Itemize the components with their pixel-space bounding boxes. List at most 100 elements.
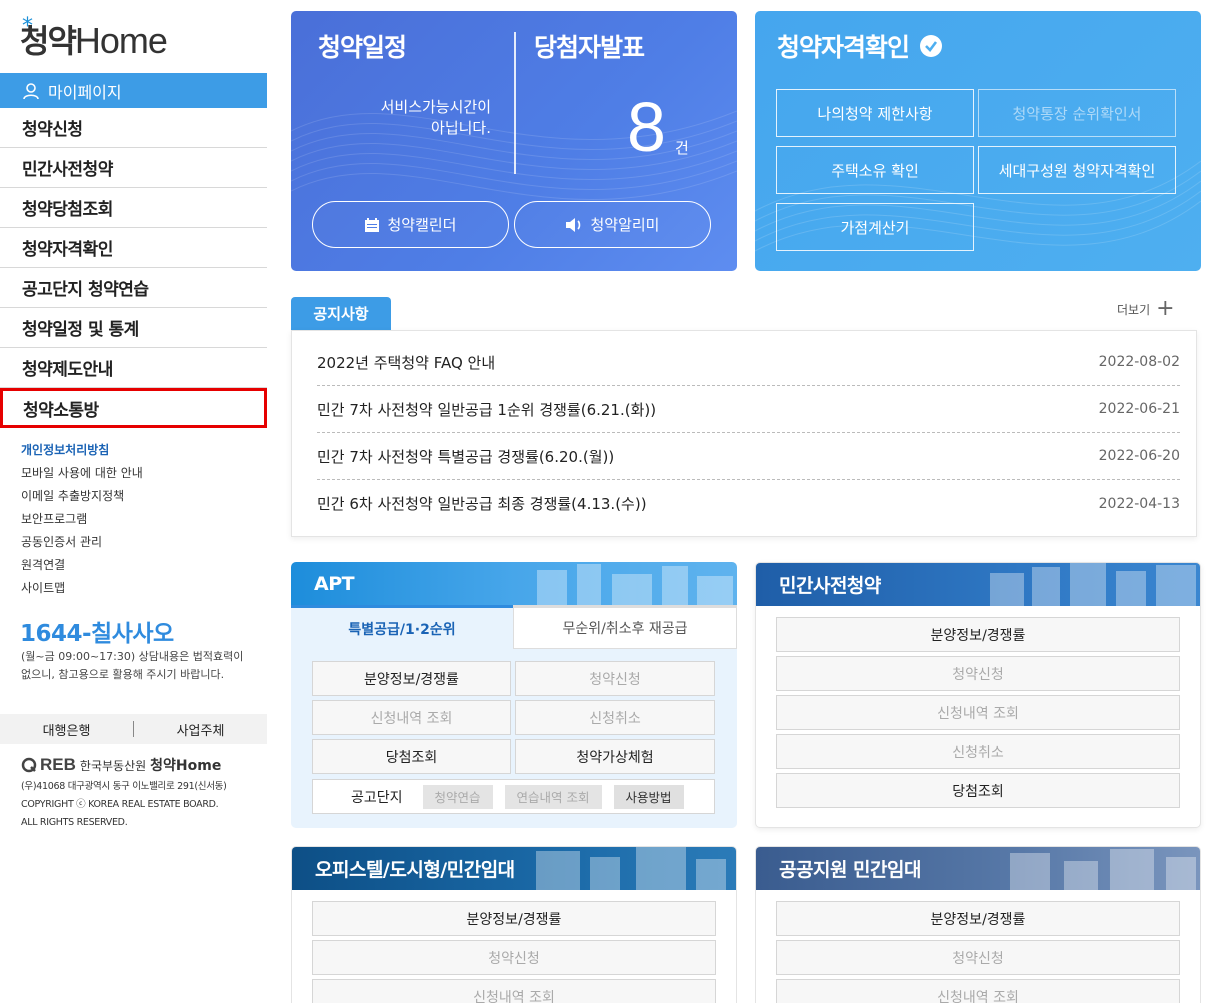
notice-date: 2022-06-20 <box>1098 448 1180 464</box>
service-notice: 서비스가능시간이 아닙니다. <box>311 97 491 139</box>
apt-presale-info-button[interactable]: 분양정보/경쟁률 <box>312 661 511 696</box>
public-rental-info-button[interactable]: 분양정보/경쟁률 <box>776 901 1180 936</box>
apt-panel: APT 특별공급/1·2순위 무순위/취소후 재공급 분양정보/경쟁률 청약신청… <box>291 562 737 828</box>
score-calculator-button[interactable]: 가점계산기 <box>776 203 974 251</box>
nav-item-communication[interactable]: 청약소통방 <box>0 388 267 428</box>
footer-home: 청약Home <box>150 758 222 774</box>
footer-reb: REB <box>40 755 76 774</box>
practice-history-chip[interactable]: 연습내역 조회 <box>504 784 602 809</box>
my-restriction-button[interactable]: 나의청약 제한사항 <box>776 89 974 137</box>
presale-cancel-button[interactable]: 신청취소 <box>776 734 1180 769</box>
nav-item-apply[interactable]: 청약신청 <box>0 108 267 148</box>
notice-title: 민간 6차 사전청약 일반공급 최종 경쟁률(4.13.(수)) <box>317 495 647 513</box>
notice-title: 2022년 주택청약 FAQ 안내 <box>317 353 496 372</box>
nav-item-practice[interactable]: 공고단지 청약연습 <box>0 268 267 308</box>
apt-history-button[interactable]: 신청내역 조회 <box>312 700 511 735</box>
link-email-policy[interactable]: 이메일 추출방지정책 <box>21 484 143 507</box>
site-logo[interactable]: * 청약 Home <box>20 14 168 62</box>
footer-org: 한국부동산원 <box>79 758 147 773</box>
card-divider <box>514 32 516 174</box>
building-decoration <box>536 847 726 890</box>
usage-guide-chip[interactable]: 사용방법 <box>613 784 684 809</box>
presale-apply-button[interactable]: 청약신청 <box>776 656 1180 691</box>
calendar-button[interactable]: 청약캘린더 <box>312 201 509 248</box>
public-rental-panel: 공공지원 민간임대 분양정보/경쟁률 청약신청 신청내역 조회 <box>755 846 1201 1003</box>
winner-title[interactable]: 당첨자발표 <box>534 28 645 64</box>
public-rental-title: 공공지원 민간임대 <box>779 859 921 881</box>
house-ownership-button[interactable]: 주택소유 확인 <box>776 146 974 194</box>
winner-count[interactable]: 8 <box>627 87 666 167</box>
public-rental-panel-header: 공공지원 민간임대 <box>756 847 1200 890</box>
phone-note: (월~금 09:00~17:30) 상담내용은 법적효력이 없으니, 참고용으로… <box>21 650 244 681</box>
link-sitemap[interactable]: 사이트맵 <box>21 576 143 599</box>
apt-virtual-experience-button[interactable]: 청약가상체험 <box>515 739 715 774</box>
officetel-panel: 오피스텔/도시형/민간임대 분양정보/경쟁률 청약신청 신청내역 조회 <box>291 846 737 1003</box>
footer-logo: REB 한국부동산원 청약Home <box>21 755 221 775</box>
presale-info-button[interactable]: 분양정보/경쟁률 <box>776 617 1180 652</box>
mypage-link[interactable]: 마이페이지 <box>0 73 267 108</box>
link-remote[interactable]: 원격연결 <box>21 553 143 576</box>
notice-item[interactable]: 민간 7차 사전청약 일반공급 1순위 경쟁률(6.21.(화)) 2022-0… <box>317 386 1180 433</box>
public-rental-history-button[interactable]: 신청내역 조회 <box>776 979 1180 1003</box>
officetel-history-button[interactable]: 신청내역 조회 <box>312 979 716 1003</box>
tab-no-rank[interactable]: 무순위/취소후 재공급 <box>513 605 737 649</box>
calendar-icon <box>365 217 380 232</box>
notice-item[interactable]: 2022년 주택청약 FAQ 안내 2022-08-02 <box>317 339 1180 386</box>
public-rental-apply-button[interactable]: 청약신청 <box>776 940 1180 975</box>
bank-link[interactable]: 대행은행 <box>0 720 133 739</box>
footer-links: 개인정보처리방침 모바일 사용에 대한 안내 이메일 추출방지정책 보안프로그램… <box>21 438 143 599</box>
alarm-button[interactable]: 청약알리미 <box>514 201 711 248</box>
footer-rights: ALL RIGHTS RESERVED. <box>21 817 128 828</box>
account-rank-button[interactable]: 청약통장 순위확인서 <box>978 89 1176 137</box>
business-link[interactable]: 사업주체 <box>134 720 267 739</box>
service-line-2: 아닙니다. <box>431 119 491 137</box>
nav-item-schedule-stats[interactable]: 청약일정 및 통계 <box>0 308 267 348</box>
footer-text: (우)41068 대구광역시 동구 이노밸리로 291(신서동) COPYRIG… <box>21 778 227 832</box>
qualification-card: 청약자격확인 나의청약 제한사항 청약통장 순위확인서 주택소유 확인 세대구성… <box>755 11 1201 271</box>
notice-item[interactable]: 민간 6차 사전청약 일반공급 최종 경쟁률(4.13.(수)) 2022-04… <box>317 480 1180 527</box>
reb-logo-icon <box>21 757 37 773</box>
notice-title: 민간 7차 사전청약 일반공급 1순위 경쟁률(6.21.(화)) <box>317 400 657 419</box>
notice-list: 2022년 주택청약 FAQ 안내 2022-08-02 민간 7차 사전청약 … <box>291 330 1197 537</box>
presale-winner-button[interactable]: 당첨조회 <box>776 773 1180 808</box>
apt-apply-button[interactable]: 청약신청 <box>515 661 715 696</box>
notice-tab[interactable]: 공지사항 <box>291 297 391 330</box>
nav-item-system-guide[interactable]: 청약제도안내 <box>0 348 267 388</box>
presale-history-button[interactable]: 신청내역 조회 <box>776 695 1180 730</box>
tab-special-supply[interactable]: 특별공급/1·2순위 <box>291 605 513 649</box>
apt-panel-header: APT <box>291 562 737 605</box>
household-qualification-button[interactable]: 세대구성원 청약자격확인 <box>978 146 1176 194</box>
footer-address: (우)41068 대구광역시 동구 이노밸리로 291(신서동) <box>21 781 227 792</box>
officetel-info-button[interactable]: 분양정보/경쟁률 <box>312 901 716 936</box>
officetel-panel-header: 오피스텔/도시형/민간임대 <box>292 847 736 890</box>
link-security-program[interactable]: 보안프로그램 <box>21 507 143 530</box>
link-privacy[interactable]: 개인정보처리방침 <box>21 438 143 461</box>
mypage-label: 마이페이지 <box>48 82 122 102</box>
schedule-title[interactable]: 청약일정 <box>318 28 407 64</box>
notice-date: 2022-06-21 <box>1098 401 1180 417</box>
practice-chip[interactable]: 청약연습 <box>422 784 493 809</box>
more-link[interactable]: 더보기 + <box>1117 296 1175 321</box>
apt-title: APT <box>314 572 355 595</box>
logo-star-icon: * <box>22 14 33 39</box>
building-decoration <box>537 564 733 605</box>
officetel-apply-button[interactable]: 청약신청 <box>312 940 716 975</box>
check-circle-icon <box>920 35 943 57</box>
officetel-title: 오피스텔/도시형/민간임대 <box>315 859 515 881</box>
apt-cancel-button[interactable]: 신청취소 <box>515 700 715 735</box>
nav-item-winner-check[interactable]: 청약당첨조회 <box>0 188 267 228</box>
notice-date: 2022-08-02 <box>1098 354 1180 370</box>
link-mobile-guide[interactable]: 모바일 사용에 대한 안내 <box>21 461 143 484</box>
notice-date: 2022-04-13 <box>1098 495 1180 512</box>
speaker-icon <box>566 217 581 232</box>
link-certificate[interactable]: 공동인증서 관리 <box>21 530 143 553</box>
person-icon <box>23 82 39 99</box>
qualification-title-text: 청약자격확인 <box>777 33 910 62</box>
nav-item-presale[interactable]: 민간사전청약 <box>0 148 267 188</box>
apt-winner-button[interactable]: 당첨조회 <box>312 739 511 774</box>
presale-panel-header: 민간사전청약 <box>756 563 1200 606</box>
nav-item-qualification[interactable]: 청약자격확인 <box>0 228 267 268</box>
notice-item[interactable]: 민간 7차 사전청약 특별공급 경쟁률(6.20.(월)) 2022-06-20 <box>317 433 1180 480</box>
building-decoration <box>990 563 1196 606</box>
plus-icon: + <box>1156 296 1175 321</box>
